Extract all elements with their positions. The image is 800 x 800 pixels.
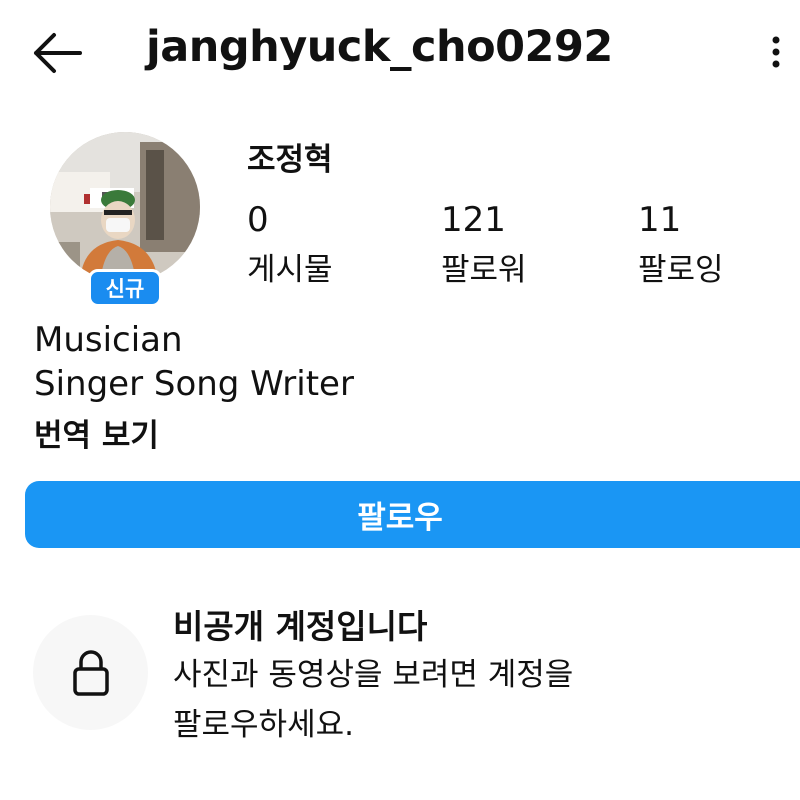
- private-account-title: 비공개 계정입니다: [173, 607, 428, 646]
- private-desc-line: 팔로우하세요.: [173, 707, 354, 743]
- lock-icon-container: [33, 615, 148, 730]
- avatar-photo: [50, 132, 200, 282]
- top-bar: janghyuck_cho0292: [0, 0, 800, 105]
- back-button[interactable]: [30, 30, 84, 76]
- avatar[interactable]: [50, 132, 200, 282]
- posts-stat[interactable]: 0 게시물: [247, 200, 333, 292]
- profile-username: janghyuck_cho0292: [146, 22, 613, 72]
- following-count: 11: [638, 200, 682, 240]
- posts-label: 게시물: [247, 252, 333, 288]
- bio-line: Singer Song Writer: [34, 364, 354, 404]
- more-options-button[interactable]: [762, 30, 790, 74]
- followers-stat[interactable]: 121 팔로워: [441, 200, 527, 292]
- profile-avatar-container[interactable]: 신규: [50, 132, 200, 312]
- bio: Musician Singer Song Writer: [34, 318, 354, 406]
- posts-count: 0: [247, 200, 269, 240]
- following-label: 팔로잉: [638, 252, 724, 288]
- followers-label: 팔로워: [441, 252, 527, 288]
- display-name: 조정혁: [247, 142, 333, 178]
- follow-button[interactable]: 팔로우: [25, 481, 800, 548]
- see-translation-link[interactable]: 번역 보기: [34, 410, 159, 455]
- new-user-badge: 신규: [88, 269, 162, 307]
- following-stat[interactable]: 11 팔로잉: [638, 200, 724, 292]
- followers-count: 121: [441, 200, 506, 240]
- more-vertical-icon: [772, 36, 780, 68]
- lock-icon: [72, 649, 109, 696]
- private-account-description: 사진과 동영상을 보려면 계정을 팔로우하세요.: [173, 650, 573, 750]
- bio-line: Musician: [34, 320, 183, 360]
- private-desc-line: 사진과 동영상을 보려면 계정을: [173, 657, 574, 693]
- back-arrow-icon: [34, 33, 82, 73]
